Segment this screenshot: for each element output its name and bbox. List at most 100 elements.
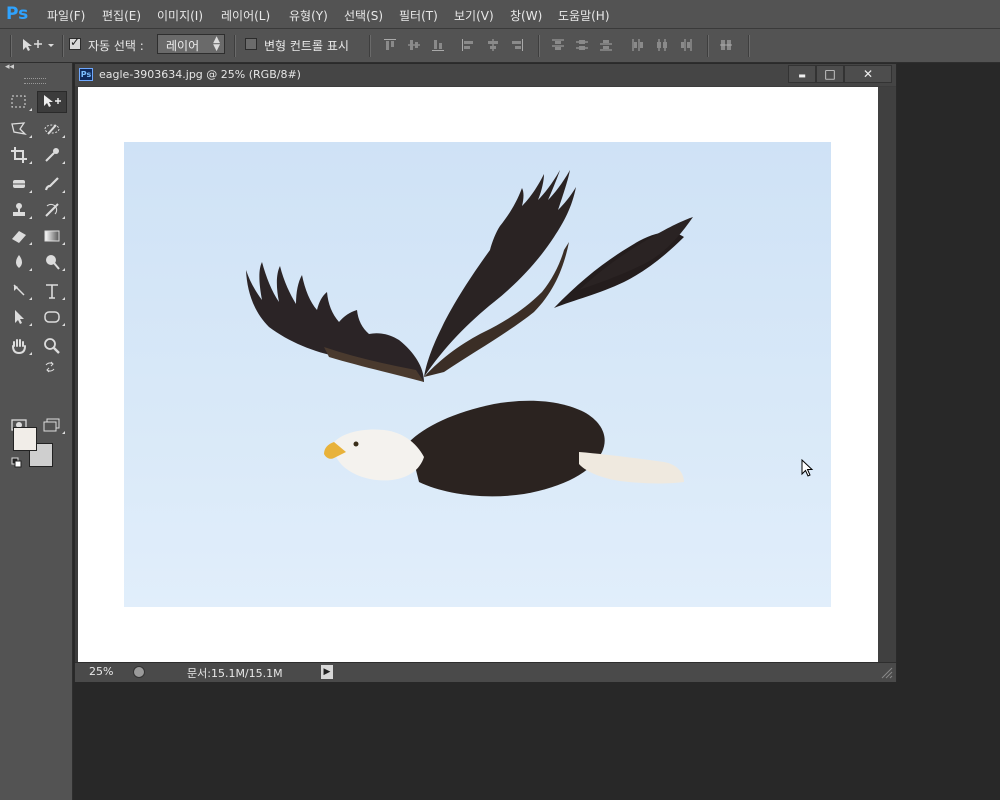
brush-tool[interactable] bbox=[37, 173, 67, 195]
gradient-tool[interactable] bbox=[37, 225, 67, 247]
menu-bar: Ps 파일(F) 편집(E) 이미지(I) 레이어(L) 유형(Y) 선택(S)… bbox=[0, 0, 1000, 29]
zoom-tool[interactable] bbox=[37, 335, 67, 357]
magnifier-icon bbox=[44, 338, 60, 354]
history-brush-tool[interactable] bbox=[37, 199, 67, 221]
document-window: Ps eagle-3903634.jpg @ 25% (RGB/8#) ▬ □ … bbox=[74, 63, 897, 682]
foreground-color-swatch[interactable] bbox=[13, 427, 37, 451]
path-selection-tool-direct[interactable] bbox=[4, 280, 34, 302]
crop-icon bbox=[11, 147, 27, 163]
blur-tool[interactable] bbox=[4, 251, 34, 273]
options-separator bbox=[369, 35, 371, 57]
options-separator bbox=[707, 35, 709, 57]
quick-selection-tool[interactable] bbox=[37, 118, 67, 140]
eraser-icon bbox=[12, 231, 26, 243]
distribute-right-edges-icon[interactable] bbox=[679, 38, 693, 52]
ps-document-icon: Ps bbox=[79, 68, 93, 81]
resize-grip-icon[interactable] bbox=[878, 664, 894, 680]
minimize-icon: ▬ bbox=[798, 71, 806, 80]
auto-select-target-dropdown[interactable]: 레이어 ▲ ▼ bbox=[157, 34, 225, 54]
distribute-bottom-edges-icon[interactable] bbox=[599, 38, 613, 52]
tools-panel: ◂◂ bbox=[0, 62, 73, 800]
history-brush-icon bbox=[45, 203, 59, 217]
dodge-icon bbox=[46, 255, 60, 270]
distribute-top-edges-icon[interactable] bbox=[551, 38, 565, 52]
screen-mode-icon bbox=[43, 418, 60, 432]
distribute-left-edges-icon[interactable] bbox=[631, 38, 645, 52]
menu-image[interactable]: 이미지(I) bbox=[157, 7, 203, 24]
eyedropper-tool[interactable] bbox=[37, 144, 67, 166]
menu-edit[interactable]: 편집(E) bbox=[102, 7, 141, 24]
auto-select-checkbox[interactable] bbox=[69, 35, 81, 50]
menu-window[interactable]: 창(W) bbox=[510, 7, 542, 24]
clone-stamp-icon bbox=[13, 203, 25, 216]
align-right-edges-icon[interactable] bbox=[510, 38, 524, 52]
quick-selection-icon bbox=[44, 124, 60, 135]
rectangular-marquee-tool[interactable] bbox=[4, 91, 34, 113]
zoom-level[interactable]: 25% bbox=[89, 665, 113, 678]
options-separator bbox=[538, 35, 540, 57]
show-transform-controls-label: 변형 컨트롤 표시 bbox=[264, 39, 349, 53]
vertical-scrollbar[interactable] bbox=[878, 87, 896, 662]
menu-view[interactable]: 보기(V) bbox=[454, 7, 494, 24]
crop-tool[interactable] bbox=[4, 144, 34, 166]
align-horizontal-centers-icon[interactable] bbox=[486, 38, 500, 52]
brush-icon bbox=[44, 177, 59, 191]
options-separator bbox=[62, 35, 64, 57]
align-top-edges-icon[interactable] bbox=[383, 38, 397, 52]
options-separator bbox=[234, 35, 236, 57]
align-bottom-edges-icon[interactable] bbox=[431, 38, 445, 52]
collapse-panel-icon[interactable]: ◂◂ bbox=[5, 62, 14, 72]
type-icon bbox=[46, 284, 58, 299]
distribute-horizontal-centers-icon[interactable] bbox=[655, 38, 669, 52]
path-selection-tool[interactable] bbox=[4, 306, 34, 328]
spot-healing-brush-tool[interactable] bbox=[4, 173, 34, 195]
menu-filter[interactable]: 필터(T) bbox=[399, 7, 438, 24]
move-tool[interactable] bbox=[37, 91, 67, 113]
minimize-button[interactable]: ▬ bbox=[788, 65, 816, 83]
blur-drop-icon bbox=[16, 255, 22, 268]
distribute-vertical-centers-icon[interactable] bbox=[575, 38, 589, 52]
panel-grip[interactable] bbox=[24, 78, 46, 84]
marquee-icon bbox=[11, 95, 26, 108]
status-info-icon[interactable] bbox=[133, 666, 145, 678]
polygonal-lasso-icon bbox=[11, 122, 27, 136]
menu-type[interactable]: 유형(Y) bbox=[289, 7, 328, 24]
align-vertical-centers-icon[interactable] bbox=[407, 38, 421, 52]
healing-brush-icon bbox=[13, 180, 25, 188]
polygonal-lasso-tool[interactable] bbox=[4, 118, 34, 140]
swap-colors-icon[interactable] bbox=[44, 361, 56, 373]
eagle-image bbox=[246, 170, 693, 497]
align-left-edges-icon[interactable] bbox=[461, 38, 475, 52]
auto-select-label: 자동 선택 : bbox=[88, 39, 144, 53]
options-bar: 자동 선택 : 레이어 ▲▼ 변형 컨트롤 표시 bbox=[0, 29, 1000, 63]
eyedropper-icon bbox=[45, 148, 59, 162]
document-title-bar[interactable]: Ps eagle-3903634.jpg @ 25% (RGB/8#) ▬ □ … bbox=[75, 64, 896, 86]
show-transform-controls-checkbox[interactable] bbox=[245, 38, 257, 50]
menu-select[interactable]: 선택(S) bbox=[344, 7, 383, 24]
hand-tool[interactable] bbox=[4, 335, 34, 357]
clone-stamp-tool[interactable] bbox=[4, 199, 34, 221]
rounded-rectangle-tool[interactable] bbox=[37, 306, 67, 328]
tool-preset-picker[interactable] bbox=[20, 36, 58, 54]
menu-help[interactable]: 도움말(H) bbox=[558, 7, 610, 24]
maximize-button[interactable]: □ bbox=[816, 65, 844, 83]
document-title: eagle-3903634.jpg @ 25% (RGB/8#) bbox=[99, 68, 301, 81]
hand-icon bbox=[12, 339, 26, 355]
rounded-rectangle-icon bbox=[44, 311, 60, 323]
auto-select-target-value: 레이어 bbox=[166, 39, 200, 53]
document-canvas[interactable] bbox=[78, 87, 878, 662]
menu-file[interactable]: 파일(F) bbox=[47, 7, 85, 24]
close-button[interactable]: ✕ bbox=[844, 65, 892, 83]
eraser-tool[interactable] bbox=[4, 225, 34, 247]
mouse-pointer-icon bbox=[801, 459, 814, 477]
status-menu-arrow-icon[interactable]: ▶ bbox=[321, 665, 333, 679]
status-bar: 25% 문서:15.1M/15.1M ▶ bbox=[75, 662, 896, 682]
document-size: 문서:15.1M/15.1M bbox=[187, 667, 283, 680]
type-tool[interactable] bbox=[37, 280, 67, 302]
default-colors-icon[interactable] bbox=[11, 457, 23, 469]
screen-mode-button[interactable] bbox=[37, 414, 67, 436]
auto-align-layers-icon[interactable] bbox=[719, 38, 733, 52]
dodge-tool[interactable] bbox=[37, 251, 67, 273]
menu-layer[interactable]: 레이어(L) bbox=[221, 7, 270, 24]
eagle-photo bbox=[124, 142, 831, 607]
